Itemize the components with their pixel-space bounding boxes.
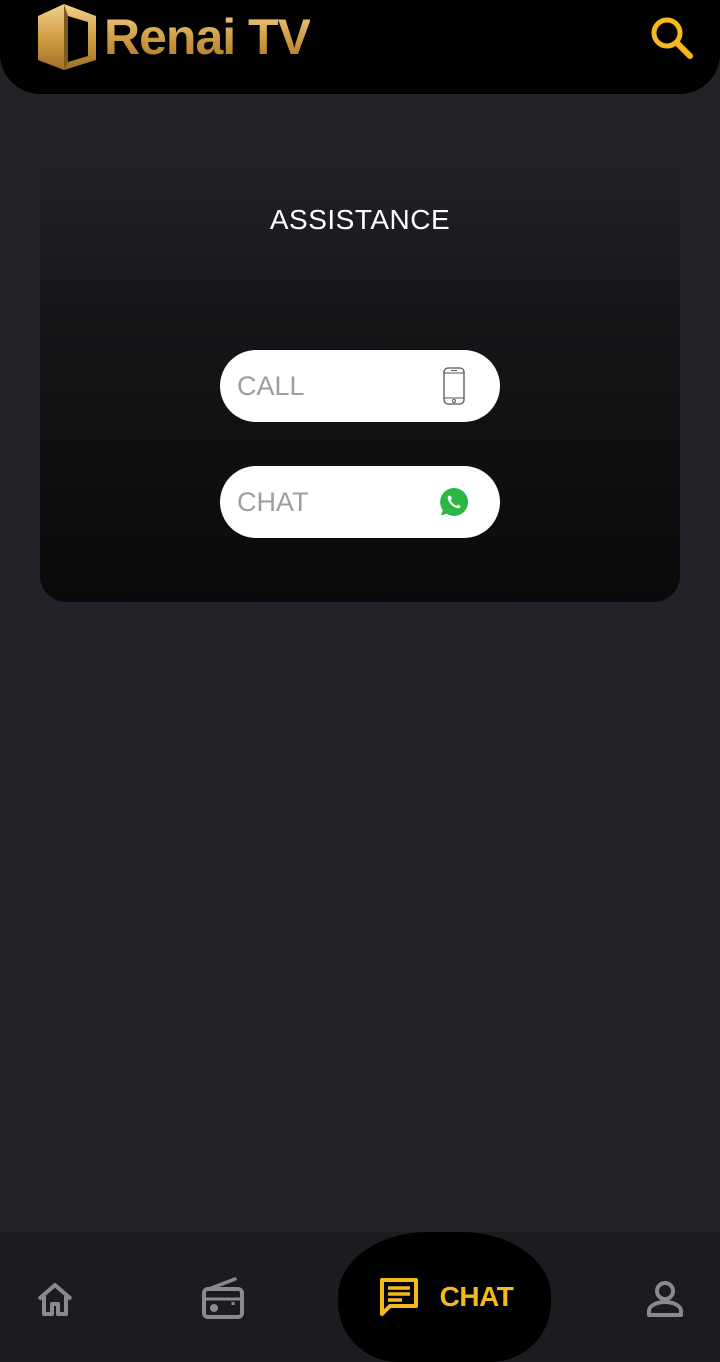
call-button[interactable]: CALL	[220, 350, 500, 422]
nav-chat[interactable]: CHAT	[338, 1232, 551, 1362]
chat-label: CHAT	[237, 486, 309, 517]
top-header: Renai TV	[0, 0, 720, 94]
person-icon	[647, 1281, 683, 1317]
assistance-title: ASSISTANCE	[269, 204, 451, 235]
assistance-card: ASSISTANCE CALL CHAT	[40, 150, 680, 602]
radio-icon	[202, 1277, 244, 1319]
app-name: Renai TV	[104, 9, 311, 65]
app-screen: Renai TV ASSISTANCE CALL CHAT CHAT	[0, 0, 720, 1362]
nav-profile[interactable]	[636, 1270, 694, 1328]
search-icon	[651, 17, 693, 59]
whatsapp-icon	[436, 482, 472, 522]
app-logo[interactable]: Renai TV	[34, 2, 311, 72]
home-icon	[37, 1283, 73, 1316]
phone-icon	[436, 366, 472, 406]
renai-logo-mark-icon	[38, 4, 96, 70]
nav-radio[interactable]	[194, 1270, 252, 1328]
nav-home[interactable]	[26, 1270, 84, 1328]
bottom-navigation: CHAT	[0, 1232, 720, 1362]
call-label: CALL	[237, 370, 305, 401]
chat-button[interactable]: CHAT	[220, 466, 500, 538]
search-button[interactable]	[646, 12, 698, 64]
nav-chat-label: CHAT	[439, 1281, 514, 1312]
chat-icon	[379, 1278, 418, 1316]
